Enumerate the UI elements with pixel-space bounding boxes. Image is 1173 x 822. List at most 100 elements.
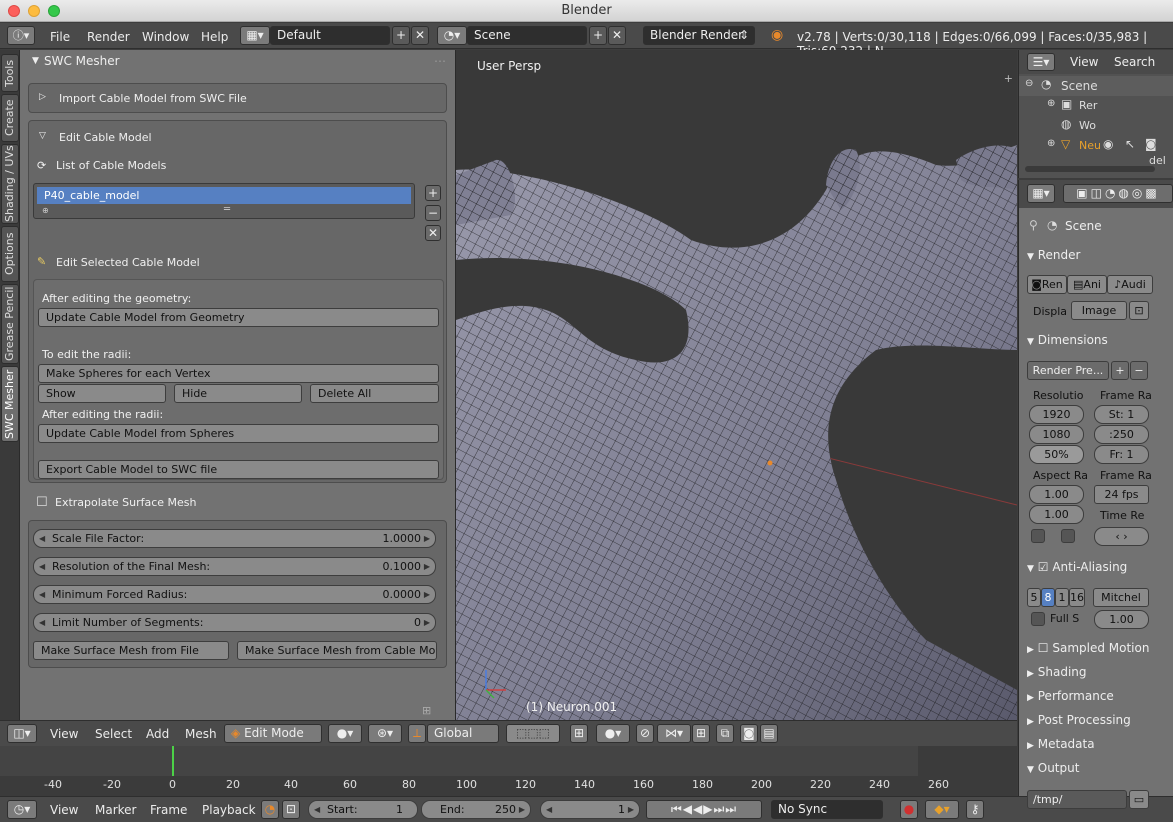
menu-add[interactable]: Add	[146, 727, 169, 741]
aspect-x-field[interactable]: 1.00	[1029, 485, 1084, 504]
aspect-y-field[interactable]: 1.00	[1029, 505, 1084, 524]
anti-aliasing-section-header[interactable]: ▼ ☑ Anti-Aliasing	[1027, 560, 1127, 574]
screen-layout-field[interactable]: Default	[270, 26, 390, 45]
metadata-section-header[interactable]: ▶ Metadata	[1027, 737, 1095, 751]
keyframe-icon[interactable]: ◆▾	[925, 800, 959, 819]
add-item-icon[interactable]: +	[425, 185, 441, 201]
tab-shading-uvs[interactable]: Shading / UVs	[1, 144, 19, 224]
increment-arrow-icon[interactable]: ▶	[424, 558, 430, 575]
limit-segments-field[interactable]: ◀ Limit Number of Segments: 0 ▶	[33, 613, 436, 632]
minimize-window-button[interactable]	[28, 5, 40, 17]
remove-preset-icon[interactable]: −	[1130, 361, 1148, 380]
menu-playback[interactable]: Playback	[202, 803, 256, 817]
menu-view[interactable]: View	[1070, 55, 1098, 69]
collapse-icon[interactable]: ⊖	[1025, 78, 1033, 89]
aa-sample-8[interactable]: 8	[1041, 588, 1055, 607]
crop-checkbox[interactable]	[1061, 529, 1075, 543]
expand-icon[interactable]: ⊕	[1047, 138, 1055, 149]
decrement-arrow-icon[interactable]: ◀	[39, 614, 45, 631]
update-spheres-button[interactable]: Update Cable Model from Spheres	[38, 424, 439, 443]
performance-section-header[interactable]: ▶ Performance	[1027, 689, 1114, 703]
clock-icon[interactable]: ◔	[261, 800, 279, 819]
resolution-x-field[interactable]: 1920	[1029, 405, 1084, 424]
aa-sample-5[interactable]: 5	[1027, 588, 1041, 607]
delete-all-button[interactable]: Delete All	[310, 384, 439, 403]
import-subpanel[interactable]: ▷ Import Cable Model from SWC File	[28, 83, 447, 113]
pivot-point-icon[interactable]: ⊛▾	[368, 724, 402, 743]
scale-factor-field[interactable]: ◀ Scale File Factor: 1.0000 ▶	[33, 529, 436, 548]
3d-viewport[interactable]: User Persp (1) Neuron.001 +	[456, 50, 1017, 720]
make-from-file-button[interactable]: Make Surface Mesh from File	[33, 641, 229, 660]
render-engine-select[interactable]: Blender Render ⇕	[643, 26, 755, 45]
clear-list-icon[interactable]: ✕	[425, 225, 441, 241]
remove-screen-icon[interactable]: ✕	[411, 26, 429, 45]
folder-icon[interactable]: ▭	[1129, 790, 1149, 809]
add-preset-icon[interactable]: +	[1111, 361, 1129, 380]
manipulator-icon[interactable]: ⟂	[408, 724, 426, 743]
hide-button[interactable]: Hide	[174, 384, 302, 403]
pin-icon[interactable]: ⚲	[1029, 218, 1038, 232]
orientation-select[interactable]: Global	[427, 724, 499, 743]
cursor-select-icon[interactable]: ↖	[1125, 137, 1135, 151]
decrement-arrow-icon[interactable]: ◀	[39, 586, 45, 603]
filter-size-field[interactable]: 1.00	[1094, 610, 1149, 629]
add-region-icon[interactable]: +	[1004, 72, 1013, 85]
increment-arrow-icon[interactable]: ▶	[424, 614, 430, 631]
decrement-arrow-icon[interactable]: ◀	[39, 558, 45, 575]
collapse-triangle-icon[interactable]: ▽	[39, 131, 46, 141]
menu-mesh[interactable]: Mesh	[185, 727, 217, 741]
shading-section-header[interactable]: ▶ Shading	[1027, 665, 1087, 679]
increment-arrow-icon[interactable]: ▶	[424, 586, 430, 603]
menu-marker[interactable]: Marker	[95, 803, 136, 817]
end-frame-field[interactable]: End: 250 ▶	[421, 800, 531, 819]
animation-button[interactable]: ▤Ani	[1067, 275, 1107, 294]
menu-select[interactable]: Select	[95, 727, 132, 741]
render-section-header[interactable]: ▼ Render	[1027, 248, 1080, 262]
editor-type-properties-icon[interactable]: ▦▾	[1027, 184, 1055, 203]
time-remap-field[interactable]: ‹ ›	[1094, 527, 1149, 546]
add-scene-icon[interactable]: +	[589, 26, 607, 45]
record-icon[interactable]: ●	[900, 800, 918, 819]
decrement-arrow-icon[interactable]: ◀	[314, 801, 320, 818]
mode-select[interactable]: ◈ Edit Mode	[224, 724, 322, 743]
make-spheres-button[interactable]: Make Spheres for each Vertex	[38, 364, 439, 383]
eye-icon[interactable]: ◉	[1103, 137, 1113, 151]
panel-header[interactable]: ▼ SWC Mesher ⋯	[20, 50, 456, 72]
audio-button[interactable]: ♪Audi	[1107, 275, 1153, 294]
frame-start-field[interactable]: St: 1	[1094, 405, 1149, 424]
list-item[interactable]: P40_cable_model	[37, 187, 411, 204]
export-swc-button[interactable]: Export Cable Model to SWC file	[38, 460, 439, 479]
proportional-edit-icon[interactable]: ●▾	[596, 724, 630, 743]
outliner-row[interactable]: ⊕ ▣ Rer	[1019, 96, 1173, 116]
scene-icon[interactable]: ◔▾	[437, 26, 467, 45]
output-path-field[interactable]: /tmp/	[1027, 790, 1127, 809]
close-window-button[interactable]	[8, 5, 20, 17]
keying-set-icon[interactable]: ⚷	[966, 800, 984, 819]
resize-handle-icon[interactable]: ═	[224, 204, 230, 215]
add-screen-icon[interactable]: +	[392, 26, 410, 45]
shading-mode-icon[interactable]: ●▾	[328, 724, 362, 743]
outliner-scrollbar[interactable]	[1025, 166, 1155, 172]
increment-arrow-icon[interactable]: ▶	[519, 801, 525, 818]
menu-help[interactable]: Help	[201, 30, 228, 44]
menu-window[interactable]: Window	[142, 30, 189, 44]
tab-options[interactable]: Options	[1, 226, 19, 282]
output-section-header[interactable]: ▼ Output	[1027, 761, 1079, 775]
editor-type-info-icon[interactable]: ⓘ▾	[7, 26, 35, 45]
make-from-cable-button[interactable]: Make Surface Mesh from Cable Mo...	[237, 641, 437, 660]
scene-field[interactable]: Scene	[467, 26, 587, 45]
movie-icon[interactable]: ▤	[760, 724, 778, 743]
layers-icons[interactable]: ⬚⬚⬚	[506, 724, 560, 743]
checkbox-icon[interactable]: ☐	[1038, 641, 1049, 655]
filter-icon[interactable]: ⊕	[42, 206, 49, 215]
tab-create[interactable]: Create	[1, 94, 19, 142]
increment-arrow-icon[interactable]: ▶	[424, 530, 430, 547]
playback-controls-icons[interactable]: ⏮◀◀▶⏭⏭	[646, 800, 762, 819]
camera-render-icon[interactable]: ◙	[1145, 137, 1157, 151]
frame-step-field[interactable]: Fr: 1	[1094, 445, 1149, 464]
outliner-row[interactable]: ⊕ ▽ Neu ◉ ↖ ◙	[1019, 136, 1173, 156]
resolution-y-field[interactable]: 1080	[1029, 425, 1084, 444]
show-button[interactable]: Show	[38, 384, 166, 403]
resolution-field[interactable]: ◀ Resolution of the Final Mesh: 0.1000 ▶	[33, 557, 436, 576]
timeline-ruler[interactable]: -40 -20 0 20 40 60 80 100 120 140 160 18…	[0, 776, 1017, 796]
